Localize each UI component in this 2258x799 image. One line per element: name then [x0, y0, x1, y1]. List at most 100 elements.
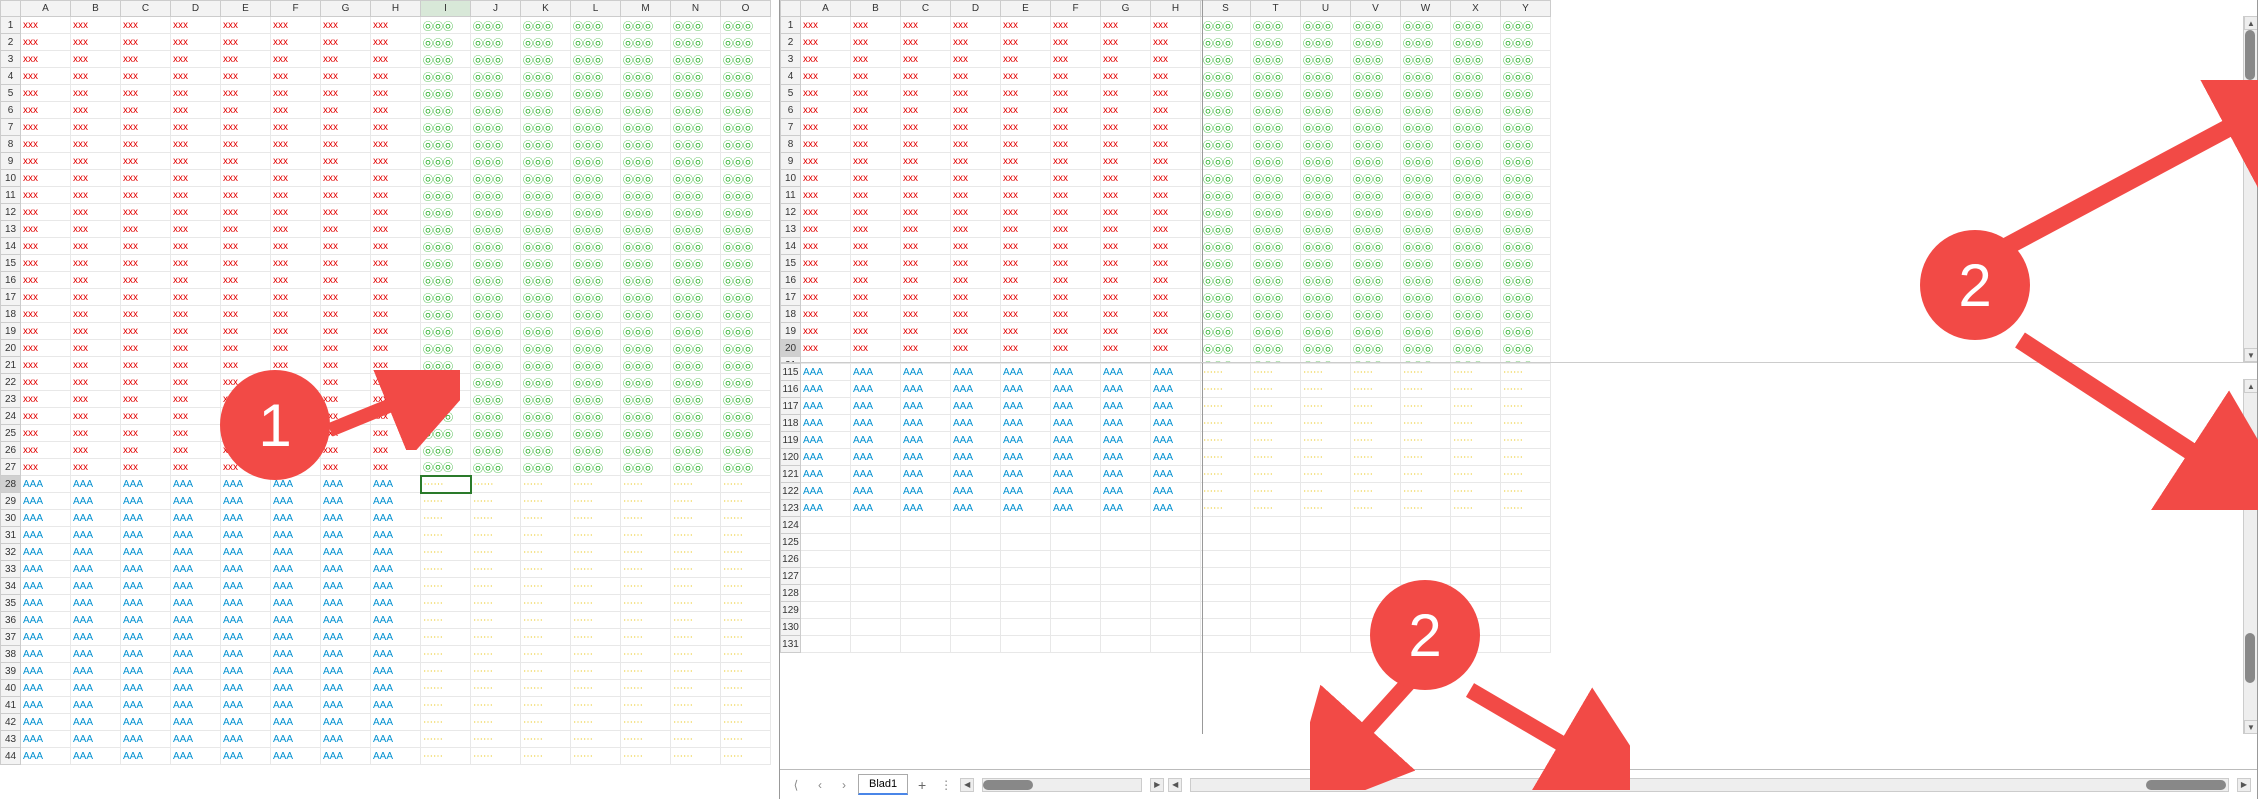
cell[interactable]: ㉧㉧㉧: [671, 425, 721, 442]
cell[interactable]: ㉧㉧㉧: [1301, 238, 1351, 255]
cell[interactable]: ㉧㉧㉧: [521, 272, 571, 289]
cell[interactable]: ㉧㉧㉧: [671, 85, 721, 102]
cell[interactable]: ㉧㉧㉧: [1301, 17, 1351, 34]
cell[interactable]: ㉧㉧㉧: [1251, 34, 1301, 51]
cell[interactable]: ㉧㉧㉧: [671, 442, 721, 459]
cell[interactable]: ㉧㉧㉧: [1451, 272, 1501, 289]
tab-nav-prev-icon[interactable]: ‹: [810, 775, 830, 795]
row-header[interactable]: 10: [781, 170, 801, 187]
cell[interactable]: xxx: [171, 68, 221, 85]
cell[interactable]: ㉧㉧㉧: [621, 119, 671, 136]
cell[interactable]: xxx: [171, 289, 221, 306]
cell[interactable]: xxx: [221, 68, 271, 85]
cell[interactable]: xxx: [371, 170, 421, 187]
row-header[interactable]: 44: [1, 748, 21, 765]
cell[interactable]: ㉧㉧㉧: [421, 85, 471, 102]
cell[interactable]: [1251, 517, 1301, 534]
row-header[interactable]: 43: [1, 731, 21, 748]
col-header[interactable]: E: [221, 1, 271, 17]
cell[interactable]: ⋯⋯: [471, 646, 521, 663]
row-header[interactable]: 1: [1, 17, 21, 34]
cell[interactable]: AAA: [951, 381, 1001, 398]
cell[interactable]: ⋯⋯: [571, 714, 621, 731]
cell[interactable]: AAA: [1051, 364, 1101, 381]
cell[interactable]: ㉧㉧㉧: [1351, 306, 1401, 323]
cell[interactable]: xxx: [1101, 221, 1151, 238]
cell[interactable]: ㉧㉧㉧: [671, 204, 721, 221]
cell[interactable]: xxx: [121, 374, 171, 391]
cell[interactable]: ㉧㉧㉧: [1351, 85, 1401, 102]
cell[interactable]: ㉧㉧㉧: [571, 119, 621, 136]
cell[interactable]: AAA: [1001, 415, 1051, 432]
cell[interactable]: [801, 517, 851, 534]
cell[interactable]: ㉧㉧㉧: [621, 272, 671, 289]
cell[interactable]: xxx: [801, 238, 851, 255]
cell[interactable]: xxx: [21, 323, 71, 340]
cell[interactable]: AAA: [901, 381, 951, 398]
cell[interactable]: xxx: [801, 136, 851, 153]
cell[interactable]: xxx: [951, 289, 1001, 306]
cell[interactable]: xxx: [21, 289, 71, 306]
cell[interactable]: xxx: [271, 102, 321, 119]
cell[interactable]: xxx: [1001, 102, 1051, 119]
cell[interactable]: xxx: [1151, 272, 1201, 289]
cell[interactable]: [851, 568, 901, 585]
cell[interactable]: xxx: [951, 170, 1001, 187]
cell[interactable]: xxx: [321, 221, 371, 238]
cell[interactable]: ㉧㉧㉧: [1251, 68, 1301, 85]
hscroll-track-left[interactable]: [982, 778, 1142, 792]
cell[interactable]: ⋯⋯: [521, 697, 571, 714]
cell[interactable]: ⋯⋯: [1451, 415, 1501, 432]
cell[interactable]: ⋯⋯: [671, 697, 721, 714]
selected-cell[interactable]: ⋯⋯: [421, 476, 471, 493]
cell[interactable]: ㉧㉧㉧: [521, 459, 571, 476]
row-header[interactable]: 9: [781, 153, 801, 170]
cell[interactable]: xxx: [221, 221, 271, 238]
cell[interactable]: ⋯⋯: [521, 476, 571, 493]
cell[interactable]: ⋯⋯: [471, 748, 521, 765]
row-header[interactable]: 119: [781, 432, 801, 449]
cell[interactable]: xxx: [271, 221, 321, 238]
cell[interactable]: xxx: [1151, 221, 1201, 238]
cell[interactable]: ⋯⋯: [671, 646, 721, 663]
cell[interactable]: xxx: [171, 204, 221, 221]
cell[interactable]: AAA: [371, 663, 421, 680]
cell[interactable]: [801, 585, 851, 602]
cell[interactable]: ㉧㉧㉧: [521, 34, 571, 51]
cell[interactable]: ㉧㉧㉧: [1251, 289, 1301, 306]
cell[interactable]: AAA: [901, 398, 951, 415]
cell[interactable]: AAA: [371, 680, 421, 697]
cell[interactable]: AAA: [1001, 364, 1051, 381]
cell[interactable]: xxx: [71, 408, 121, 425]
cell[interactable]: AAA: [801, 364, 851, 381]
row-header[interactable]: 12: [781, 204, 801, 221]
cell[interactable]: ㉧㉧㉧: [621, 51, 671, 68]
cell[interactable]: AAA: [1051, 415, 1101, 432]
cell[interactable]: ㉧㉧㉧: [1301, 119, 1351, 136]
cell[interactable]: xxx: [801, 119, 851, 136]
cell[interactable]: [1501, 619, 1551, 636]
cell[interactable]: [1151, 636, 1201, 653]
cell[interactable]: AAA: [1001, 466, 1051, 483]
cell[interactable]: [1201, 534, 1251, 551]
cell[interactable]: xxx: [171, 51, 221, 68]
cell[interactable]: [1501, 534, 1551, 551]
cell[interactable]: xxx: [71, 34, 121, 51]
cell[interactable]: ⋯⋯: [521, 731, 571, 748]
cell[interactable]: AAA: [21, 646, 71, 663]
cell[interactable]: xxx: [1151, 136, 1201, 153]
cell[interactable]: xxx: [801, 68, 851, 85]
cell[interactable]: ⋯⋯: [1501, 398, 1551, 415]
cell[interactable]: ⋯⋯: [421, 731, 471, 748]
cell[interactable]: [1351, 551, 1401, 568]
cell[interactable]: xxx: [171, 34, 221, 51]
cell[interactable]: [801, 636, 851, 653]
cell[interactable]: ㉧㉧㉧: [621, 221, 671, 238]
cell[interactable]: AAA: [121, 714, 171, 731]
cell[interactable]: ㉧㉧㉧: [471, 442, 521, 459]
cell[interactable]: ⋯⋯: [1501, 364, 1551, 381]
cell[interactable]: ㉧㉧㉧: [1351, 289, 1401, 306]
cell[interactable]: xxx: [121, 221, 171, 238]
cell[interactable]: xxx: [1001, 306, 1051, 323]
cell[interactable]: ㉧㉧㉧: [621, 323, 671, 340]
